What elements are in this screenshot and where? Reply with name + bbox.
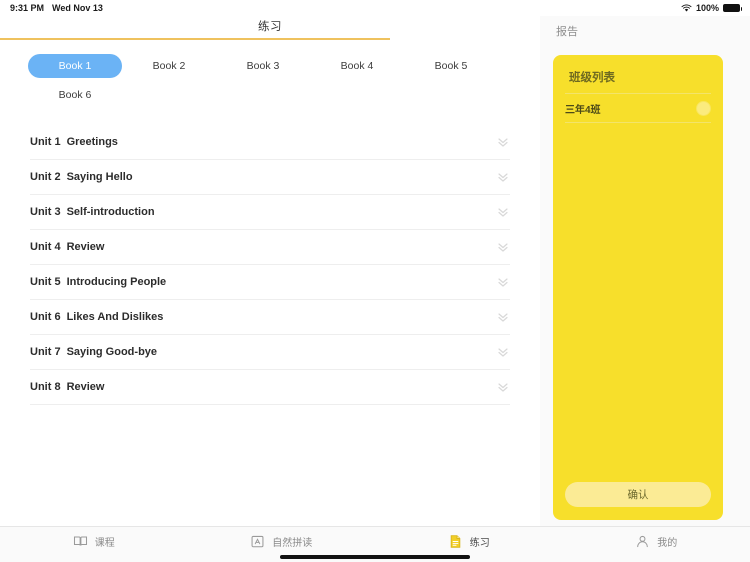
unit-label: Unit 3 Self-introduction: [30, 206, 155, 218]
unit-label: Unit 7 Saying Good-bye: [30, 346, 157, 358]
unit-label: Unit 4 Review: [30, 241, 104, 253]
app-root: 9:31 PM Wed Nov 13 100% 练习 Book 1 Book 2…: [0, 0, 750, 562]
double-chevron-down-icon[interactable]: [496, 170, 510, 184]
unit-number: Unit 1: [30, 135, 61, 148]
double-chevron-down-icon[interactable]: [496, 380, 510, 394]
unit-name: Saying Good-bye: [66, 345, 158, 358]
book-tab-4-label: Book 4: [340, 59, 374, 72]
unit-row[interactable]: Unit 3 Self-introduction: [30, 195, 510, 230]
report-label: 报告: [556, 26, 578, 38]
class-item-name: 三年4班: [565, 104, 601, 116]
status-date: Wed Nov 13: [52, 3, 103, 13]
book-tab-5[interactable]: Book 5: [404, 54, 498, 78]
status-bar-left: 9:31 PM Wed Nov 13: [10, 3, 103, 13]
unit-number: Unit 6: [30, 310, 61, 323]
book-tab-6[interactable]: Book 6: [28, 83, 122, 107]
unit-label: Unit 8 Review: [30, 381, 104, 393]
book-open-icon: [73, 534, 88, 549]
unit-number: Unit 5: [30, 275, 61, 288]
tab-practice-label: 练习: [469, 538, 490, 549]
book-tab-5-label: Book 5: [434, 59, 468, 72]
phonics-card-icon: [250, 534, 265, 549]
tab-courses[interactable]: 课程: [0, 527, 188, 562]
unit-name: Review: [66, 380, 105, 393]
book-tab-2-label: Book 2: [152, 59, 186, 72]
unit-name: Self-introduction: [66, 205, 155, 218]
battery-percent: 100%: [695, 3, 719, 13]
book-tab-1-label: Book 1: [58, 59, 92, 72]
class-list-title: 班级列表: [569, 72, 615, 84]
book-tab-3-label: Book 3: [246, 59, 280, 72]
confirm-button[interactable]: 确认: [565, 482, 711, 507]
tab-phonics-label: 自然拼读: [272, 538, 313, 549]
double-chevron-down-icon[interactable]: [496, 275, 510, 289]
unit-row[interactable]: Unit 8 Review: [30, 370, 510, 405]
wifi-icon: [681, 4, 692, 13]
unit-label: Unit 1 Greetings: [30, 136, 118, 148]
practice-pane: 练习 Book 1 Book 2 Book 3 Book 4 Book 5 Bo…: [0, 16, 540, 526]
book-tab-3[interactable]: Book 3: [216, 54, 310, 78]
unit-list: Unit 1 Greetings Unit 2 Saying Hello Unit …: [0, 111, 540, 405]
double-chevron-down-icon[interactable]: [496, 205, 510, 219]
unit-label: Unit 6 Likes And Dislikes: [30, 311, 163, 323]
person-icon: [635, 534, 650, 549]
status-time: 9:31 PM: [10, 3, 45, 13]
document-icon: [448, 534, 463, 549]
unit-row[interactable]: Unit 4 Review: [30, 230, 510, 265]
double-chevron-down-icon[interactable]: [496, 240, 510, 254]
tab-profile-label: 我的: [657, 538, 678, 549]
list-item[interactable]: 三年4班: [565, 93, 711, 123]
unit-label: Unit 5 Introducing People: [30, 276, 166, 288]
book-tab-1[interactable]: Book 1: [28, 53, 122, 78]
unit-label: Unit 2 Saying Hello: [30, 171, 133, 183]
double-chevron-down-icon[interactable]: [496, 345, 510, 359]
unit-number: Unit 4: [30, 240, 61, 253]
book-tab-2[interactable]: Book 2: [122, 54, 216, 78]
unit-number: Unit 8: [30, 380, 61, 393]
unit-row[interactable]: Unit 2 Saying Hello: [30, 160, 510, 195]
battery-full-icon: [723, 4, 742, 12]
book-tab-6-label: Book 6: [58, 88, 92, 101]
unit-row[interactable]: Unit 7 Saying Good-bye: [30, 335, 510, 370]
unit-number: Unit 2: [30, 170, 61, 183]
unit-row[interactable]: Unit 6 Likes And Dislikes: [30, 300, 510, 335]
tab-courses-label: 课程: [94, 538, 115, 549]
radio-unselected-icon[interactable]: [696, 100, 711, 116]
status-bar-right: 100%: [681, 3, 742, 13]
unit-number: Unit 3: [30, 205, 61, 218]
book-tab-list: Book 1 Book 2 Book 3 Book 4 Book 5 Book …: [0, 40, 540, 111]
tab-profile[interactable]: 我的: [563, 527, 750, 562]
unit-name: Likes And Dislikes: [66, 310, 164, 323]
page-title: 练习: [258, 21, 282, 33]
home-indicator: [280, 555, 470, 559]
unit-name: Greetings: [66, 135, 118, 148]
bottom-tab-bar: 课程 自然拼读 练习 我的: [0, 526, 750, 562]
unit-row[interactable]: Unit 1 Greetings: [30, 125, 510, 160]
double-chevron-down-icon[interactable]: [496, 135, 510, 149]
report-pane: 报告 班级列表 三年4班 确认: [540, 16, 750, 526]
unit-name: Saying Hello: [66, 170, 133, 183]
unit-number: Unit 7: [30, 345, 61, 358]
book-tab-4[interactable]: Book 4: [310, 54, 404, 78]
double-chevron-down-icon[interactable]: [496, 310, 510, 324]
status-bar: 9:31 PM Wed Nov 13 100%: [0, 0, 750, 16]
unit-name: Review: [66, 240, 105, 253]
unit-row[interactable]: Unit 5 Introducing People: [30, 265, 510, 300]
class-list-card: 班级列表 三年4班 确认: [553, 55, 723, 520]
unit-name: Introducing People: [66, 275, 167, 288]
